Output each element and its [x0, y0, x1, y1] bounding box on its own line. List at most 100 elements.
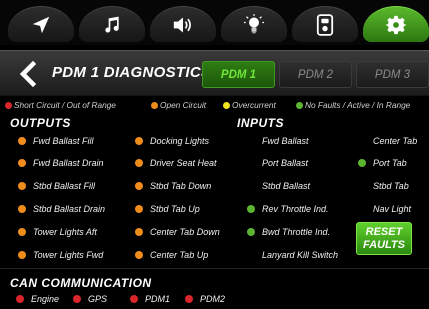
output-fwd-ballast-drain: Fwd Ballast Drain	[18, 158, 104, 168]
nav-tab-speakers[interactable]	[150, 6, 216, 42]
output-stbd-ballast-fill: Stbd Ballast Fill	[18, 181, 95, 191]
section-divider	[0, 268, 429, 269]
gear-icon	[386, 15, 406, 34]
output-center-tab-up: Center Tab Up	[135, 250, 208, 260]
green-status-dot	[247, 228, 255, 236]
input-label: Fwd Ballast	[262, 136, 309, 146]
legend-no-faults: No Faults / Active / In Range	[296, 100, 410, 110]
legend-label: Short Circuit / Out of Range	[14, 100, 116, 110]
back-chevron-icon[interactable]	[16, 61, 42, 87]
orange-status-dot	[18, 182, 26, 190]
output-label: Docking Lights	[150, 136, 210, 146]
output-label: Center Tab Up	[150, 250, 209, 260]
input-bwd-throttle: Bwd Throttle Ind.	[247, 227, 330, 237]
input-label: Port Tab	[373, 158, 407, 168]
tab-pdm-1[interactable]: PDM 1	[202, 61, 275, 88]
reset-faults-label-line1: RESET	[365, 225, 403, 238]
tab-pdm-2[interactable]: PDM 2	[279, 61, 352, 88]
page-title: PDM 1 DIAGNOSTICS	[52, 64, 212, 81]
outputs-heading: OUTPUTS	[10, 116, 71, 130]
top-navigation	[0, 0, 429, 45]
input-lanyard-kill-switch: Lanyard Kill Switch	[247, 250, 338, 260]
reset-faults-button[interactable]: RESET FAULTS	[356, 222, 412, 255]
orange-status-dot	[18, 159, 26, 167]
output-label: Stbd Ballast Fill	[33, 181, 96, 191]
nav-tab-navigation[interactable]	[8, 6, 74, 42]
output-tower-lights-fwd: Tower Lights Fwd	[18, 250, 103, 260]
status-dot-empty	[247, 251, 255, 259]
legend-open-circuit: Open Circuit	[151, 100, 206, 110]
output-label: Stbd Tab Down	[150, 181, 212, 191]
input-rev-throttle: Rev Throttle Ind.	[247, 204, 329, 214]
orange-status-dot	[135, 159, 143, 167]
status-dot-empty	[247, 137, 255, 145]
can-label: GPS	[88, 294, 108, 304]
red-status-dot	[5, 101, 12, 109]
navigation-arrow-icon	[32, 16, 50, 33]
nav-tab-audio[interactable]	[79, 6, 145, 42]
input-label: Stbd Ballast	[262, 181, 311, 191]
input-stbd-tab: Stbd Tab	[358, 181, 409, 191]
input-label: Center Tab	[373, 136, 418, 146]
orange-status-dot	[18, 228, 26, 236]
nav-tab-lighting[interactable]	[221, 6, 287, 42]
can-label: PDM1	[145, 294, 171, 304]
output-stbd-ballast-drain: Stbd Ballast Drain	[18, 204, 105, 214]
input-port-ballast: Port Ballast	[247, 158, 308, 168]
legend-short-circuit: Short Circuit / Out of Range	[5, 100, 116, 110]
green-status-dot	[296, 101, 303, 109]
red-status-dot	[130, 295, 138, 303]
legend-label: Overcurrent	[232, 100, 276, 110]
output-stbd-tab-down: Stbd Tab Down	[135, 181, 211, 191]
output-label: Fwd Ballast Drain	[33, 158, 104, 168]
can-pdm1: PDM1	[130, 294, 170, 304]
orange-status-dot	[18, 137, 26, 145]
status-dot-empty	[247, 182, 255, 190]
can-engine: Engine	[16, 294, 59, 304]
output-label: Stbd Ballast Drain	[33, 204, 106, 214]
can-label: Engine	[31, 294, 60, 304]
yellow-status-dot	[223, 101, 230, 109]
output-label: Tower Lights Aft	[33, 227, 97, 237]
output-label: Center Tab Down	[150, 227, 220, 237]
status-dot-empty	[247, 159, 255, 167]
input-port-tab: Port Tab	[358, 158, 407, 168]
output-stbd-tab-up: Stbd Tab Up	[135, 204, 200, 214]
can-pdm2: PDM2	[185, 294, 225, 304]
output-label: Tower Lights Fwd	[33, 250, 104, 260]
can-communication-heading: CAN COMMUNICATION	[10, 276, 152, 290]
input-label: Lanyard Kill Switch	[262, 250, 339, 260]
diagnostics-header: PDM 1 DIAGNOSTICS PDM 1 PDM 2 PDM 3	[0, 50, 429, 96]
legend-label: No Faults / Active / In Range	[305, 100, 411, 110]
output-fwd-ballast-fill: Fwd Ballast Fill	[18, 136, 94, 146]
status-dot-empty	[358, 182, 366, 190]
input-label: Nav Light	[373, 204, 412, 214]
nav-tab-settings[interactable]	[363, 6, 429, 42]
input-label: Stbd Tab	[373, 181, 409, 191]
orange-status-dot	[18, 251, 26, 259]
orange-status-dot	[151, 101, 158, 109]
nav-tab-remote[interactable]	[292, 6, 358, 42]
input-label: Port Ballast	[262, 158, 309, 168]
can-label: PDM2	[200, 294, 226, 304]
output-label: Fwd Ballast Fill	[33, 136, 94, 146]
output-label: Driver Seat Heat	[150, 158, 217, 168]
tab-pdm-3[interactable]: PDM 3	[356, 61, 429, 88]
green-status-dot	[358, 159, 366, 167]
status-dot-empty	[358, 137, 366, 145]
legend-label: Open Circuit	[160, 100, 207, 110]
speaker-icon	[173, 17, 191, 32]
orange-status-dot	[135, 228, 143, 236]
status-legend: Short Circuit / Out of Range Open Circui…	[5, 100, 429, 112]
red-status-dot	[185, 295, 193, 303]
output-docking-lights: Docking Lights	[135, 136, 209, 146]
input-stbd-ballast: Stbd Ballast	[247, 181, 310, 191]
output-label: Stbd Tab Up	[150, 204, 200, 214]
orange-status-dot	[135, 251, 143, 259]
output-driver-seat-heat: Driver Seat Heat	[135, 158, 217, 168]
output-tower-lights-aft: Tower Lights Aft	[18, 227, 97, 237]
input-fwd-ballast: Fwd Ballast	[247, 136, 309, 146]
input-label: Bwd Throttle Ind.	[262, 227, 331, 237]
can-gps: GPS	[73, 294, 107, 304]
status-dot-empty	[358, 205, 366, 213]
